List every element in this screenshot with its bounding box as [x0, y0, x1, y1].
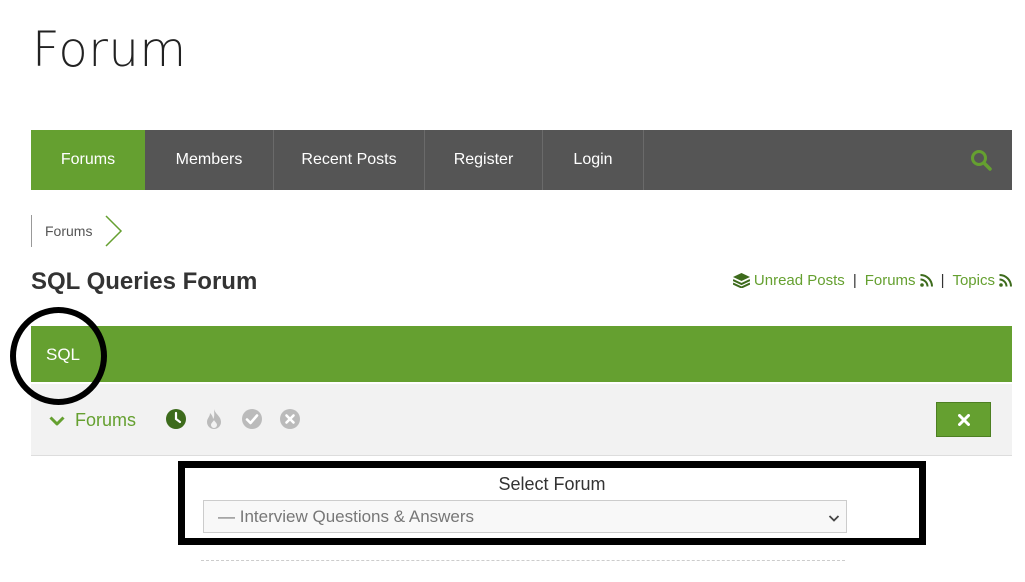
category-header: SQL — [31, 326, 1012, 382]
clock-icon[interactable] — [165, 408, 187, 430]
topics-rss-link[interactable]: Topics — [952, 272, 1012, 289]
x-circle-icon[interactable] — [279, 408, 301, 430]
topics-rss-label: Topics — [952, 272, 995, 289]
rss-icon — [999, 274, 1012, 287]
unread-posts-link[interactable]: Unread Posts — [732, 272, 845, 289]
forums-rss-label: Forums — [864, 272, 916, 289]
search-icon[interactable] — [970, 149, 992, 171]
breadcrumb: Forums — [31, 215, 124, 247]
forums-toggle-label: Forums — [75, 410, 137, 430]
separator: | — [940, 272, 945, 289]
page-title: Forum — [32, 22, 187, 78]
breadcrumb-item-forums[interactable]: Forums — [31, 215, 105, 247]
select-forum-value: — Interview Questions & Answers — [218, 506, 475, 526]
rss-icon — [919, 274, 933, 287]
filter-icons — [165, 408, 301, 430]
main-nav: Forums Members Recent Posts Register Log… — [31, 130, 1012, 190]
breadcrumb-chevron-icon — [105, 215, 123, 247]
select-forum-label: Select Forum — [498, 474, 606, 494]
close-icon — [957, 413, 970, 426]
nav-item-members[interactable]: Members — [145, 130, 274, 190]
close-button[interactable] — [936, 402, 991, 437]
forums-rss-link[interactable]: Forums — [865, 272, 933, 289]
nav-item-register[interactable]: Register — [425, 130, 543, 190]
forum-title: SQL Queries Forum — [31, 268, 258, 295]
fire-icon[interactable] — [203, 408, 225, 430]
separator: | — [852, 272, 857, 289]
category-sql-link[interactable]: SQL — [46, 345, 80, 365]
check-circle-icon[interactable] — [241, 408, 263, 430]
nav-item-login[interactable]: Login — [543, 130, 644, 190]
forum-subbar: Forums — [31, 384, 1012, 456]
select-forum-dropdown[interactable]: — Interview Questions & Answers — [203, 500, 847, 533]
select-forum-panel: Select Forum — Interview Questions & Ans… — [178, 461, 926, 545]
divider — [201, 560, 845, 561]
forums-toggle[interactable]: Forums — [49, 410, 136, 431]
unread-posts-label: Unread Posts — [753, 272, 845, 289]
nav-item-recent-posts[interactable]: Recent Posts — [274, 130, 425, 190]
chevron-down-icon — [49, 415, 65, 425]
chevron-down-icon — [828, 515, 840, 522]
layers-icon — [732, 273, 750, 288]
nav-item-forums[interactable]: Forums — [31, 130, 145, 190]
top-links: Unread Posts | Forums | Topics — [732, 272, 1012, 289]
